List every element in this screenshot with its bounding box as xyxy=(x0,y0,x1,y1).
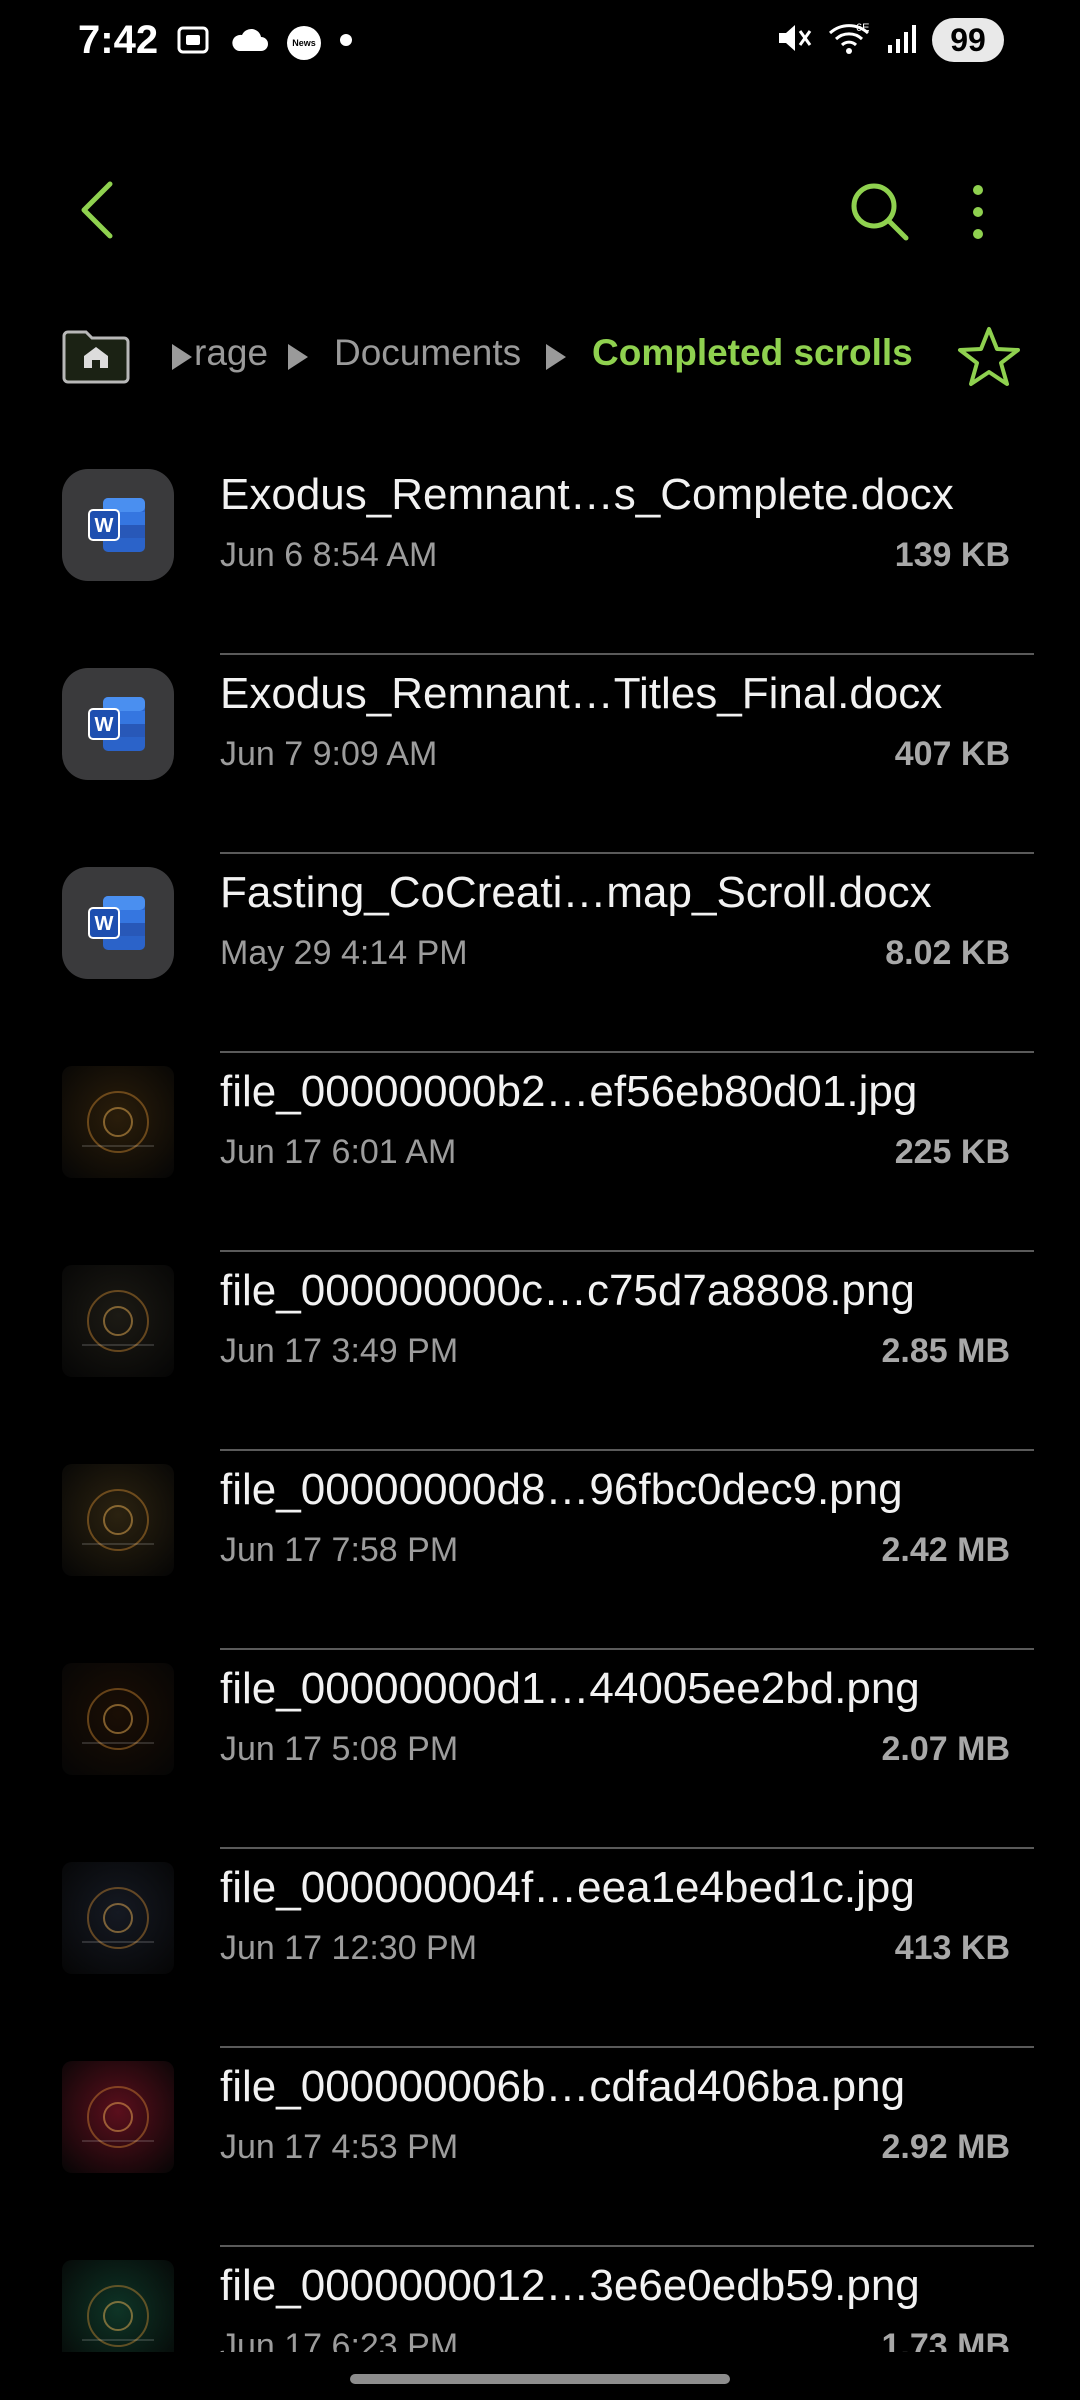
screenshot-icon xyxy=(175,22,211,63)
status-time: 7:42 xyxy=(78,18,159,62)
more-options-button[interactable] xyxy=(948,172,1008,252)
file-size: 2.92 MB xyxy=(881,2128,1011,2166)
image-thumbnail xyxy=(62,1265,174,1377)
file-name: Exodus_Remnant…Titles_Final.docx xyxy=(220,669,943,718)
file-name: file_000000004f…eea1e4bed1c.jpg xyxy=(220,1863,915,1912)
favorite-button[interactable] xyxy=(955,323,1023,391)
word-doc-icon: W xyxy=(88,498,145,552)
file-size: 413 KB xyxy=(894,1929,1010,1967)
file-date: Jun 7 9:09 AM xyxy=(220,735,438,773)
file-manager-screen: 7:42 News 6E 99 rage Documents Completed… xyxy=(0,0,1080,2400)
file-size: 139 KB xyxy=(894,536,1010,574)
file-name: file_000000006b…cdfad406ba.png xyxy=(220,2062,906,2111)
top-toolbar xyxy=(0,160,1080,260)
file-row[interactable]: W Exodus_Remnant…s_Complete.docx Jun 6 8:5… xyxy=(0,456,1080,655)
file-date: Jun 17 4:53 PM xyxy=(220,2128,459,2166)
svg-text:W: W xyxy=(95,515,114,537)
file-row[interactable]: file_00000000d8…96fbc0dec9.png Jun 17 7:5… xyxy=(0,1451,1080,1650)
star-icon xyxy=(958,327,1020,386)
image-thumbnail xyxy=(62,2061,174,2173)
more-options-icon xyxy=(973,185,983,239)
svg-text:W: W xyxy=(95,913,114,935)
status-left-icons: News xyxy=(175,22,353,63)
image-thumbnail-art xyxy=(82,1489,154,1551)
home-button[interactable] xyxy=(60,326,132,386)
mute-icon xyxy=(774,19,812,62)
image-thumbnail xyxy=(62,1862,174,1974)
wifi-icon: 6E xyxy=(826,19,872,62)
image-thumbnail-art xyxy=(82,1290,154,1352)
battery-indicator: 99 xyxy=(932,18,1004,62)
file-date: Jun 6 8:54 AM xyxy=(220,536,438,574)
file-size: 2.85 MB xyxy=(881,1332,1011,1370)
file-row[interactable]: file_000000004f…eea1e4bed1c.jpg Jun 17 12… xyxy=(0,1849,1080,2048)
file-name: file_00000000d1…44005ee2bd.png xyxy=(220,1664,920,1713)
word-doc-icon: W xyxy=(88,697,145,751)
file-size: 225 KB xyxy=(894,1133,1010,1171)
crumb-current-folder: Completed scrolls xyxy=(592,332,913,373)
back-icon xyxy=(81,181,113,239)
signal-icon xyxy=(886,21,918,60)
file-type-tile: W xyxy=(62,867,174,979)
crumb-separator-icon xyxy=(172,344,192,370)
file-row[interactable]: file_000000006b…cdfad406ba.png Jun 17 4:5… xyxy=(0,2048,1080,2247)
file-date: Jun 17 3:49 PM xyxy=(220,1332,459,1370)
file-size: 407 KB xyxy=(894,735,1010,773)
back-button[interactable] xyxy=(60,170,140,250)
home-folder-icon xyxy=(62,330,130,384)
file-date: May 29 4:14 PM xyxy=(220,934,468,972)
file-name: file_00000000d8…96fbc0dec9.png xyxy=(220,1465,903,1514)
file-size: 2.07 MB xyxy=(881,1730,1011,1768)
image-thumbnail-art xyxy=(82,1091,154,1153)
file-size: 8.02 KB xyxy=(885,934,1010,972)
crumb-separator-icon xyxy=(546,344,566,370)
crumb-separator-icon xyxy=(288,344,308,370)
file-row[interactable]: file_00000000b2…ef56eb80d01.jpg Jun 17 6:… xyxy=(0,1053,1080,1252)
crumb-documents[interactable]: Documents xyxy=(334,332,521,374)
file-date: Jun 17 6:01 AM xyxy=(220,1133,457,1171)
file-name: file_000000000c…c75d7a8808.png xyxy=(220,1266,915,1315)
file-name: file_0000000012…3e6e0edb59.png xyxy=(220,2261,920,2310)
svg-text:W: W xyxy=(95,714,114,736)
search-button[interactable] xyxy=(840,172,920,252)
status-bar: 7:42 News 6E 99 xyxy=(0,0,1080,90)
file-row[interactable]: file_000000000c…c75d7a8808.png Jun 17 3:4… xyxy=(0,1252,1080,1451)
dot-icon xyxy=(339,33,353,52)
word-doc-icon: W xyxy=(88,896,145,950)
file-type-tile: W xyxy=(62,668,174,780)
image-thumbnail-art xyxy=(82,1887,154,1949)
file-row[interactable]: W Exodus_Remnant…Titles_Final.docx Jun 7 9… xyxy=(0,655,1080,854)
file-date: Jun 17 7:58 PM xyxy=(220,1531,459,1569)
file-row[interactable]: file_00000000d1…44005ee2bd.png Jun 17 5:0… xyxy=(0,1650,1080,1849)
crumb-storage[interactable]: rage xyxy=(194,332,268,374)
image-thumbnail-art xyxy=(82,1688,154,1750)
file-row[interactable]: W Fasting_CoCreati…map_Scroll.docx May 29 … xyxy=(0,854,1080,1053)
file-date: Jun 17 5:08 PM xyxy=(220,1730,459,1768)
file-name: Fasting_CoCreati…map_Scroll.docx xyxy=(220,868,932,917)
cloud-icon xyxy=(229,25,269,60)
breadcrumb: rage Documents Completed scrolls xyxy=(0,318,1080,398)
svg-text:6E: 6E xyxy=(856,22,869,34)
file-date: Jun 17 12:30 PM xyxy=(220,1929,478,1967)
image-thumbnail-art xyxy=(82,2086,154,2148)
gesture-bar[interactable] xyxy=(350,2374,730,2384)
news-icon: News xyxy=(287,25,321,60)
image-thumbnail xyxy=(62,1663,174,1775)
search-icon xyxy=(851,183,909,241)
file-name: file_00000000b2…ef56eb80d01.jpg xyxy=(220,1067,918,1116)
status-right-icons: 6E 99 xyxy=(774,18,1004,62)
image-thumbnail xyxy=(62,1464,174,1576)
file-type-tile: W xyxy=(62,469,174,581)
image-thumbnail xyxy=(62,1066,174,1178)
file-name: Exodus_Remnant…s_Complete.docx xyxy=(220,470,954,519)
file-size: 2.42 MB xyxy=(881,1531,1011,1569)
file-list: W Exodus_Remnant…s_Complete.docx Jun 6 8:5… xyxy=(0,456,1080,2400)
